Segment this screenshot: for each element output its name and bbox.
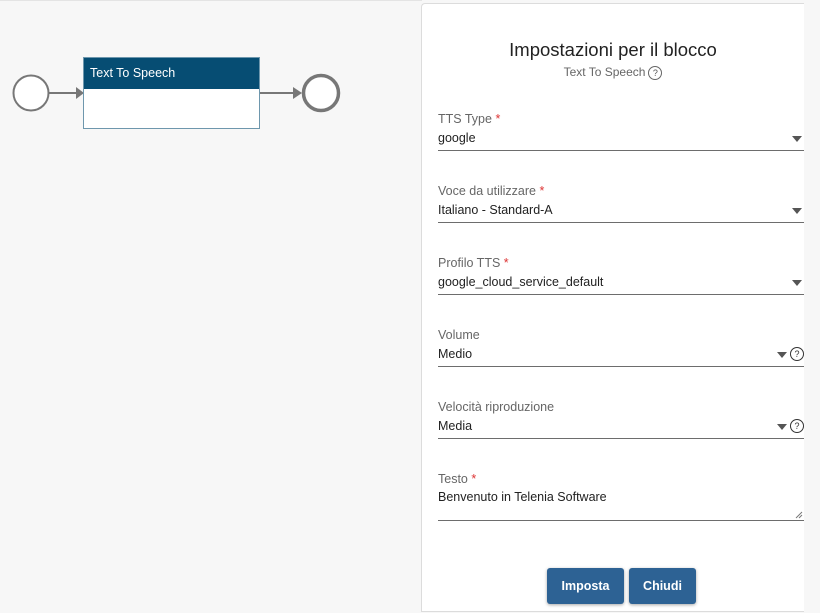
tts-type-field: TTS Type * google	[438, 112, 804, 151]
field-label: Velocità riproduzione	[438, 400, 555, 414]
select-value: Italiano - Standard-A	[438, 203, 553, 217]
required-marker: *	[471, 472, 477, 486]
voice-select[interactable]: Italiano - Standard-A	[438, 200, 804, 223]
volume-select[interactable]: Medio ?	[438, 344, 804, 367]
text-field: Testo * Benvenuto in Telenia Software	[438, 472, 804, 521]
field-label: Volume	[438, 328, 480, 342]
dropdown-arrow-icon[interactable]	[777, 424, 787, 430]
voice-field: Voce da utilizzare * Italiano - Standard…	[438, 184, 804, 223]
block-settings-panel: Impostazioni per il blocco Text To Speec…	[421, 3, 804, 612]
required-marker: *	[503, 256, 509, 270]
panel-subtitle-text: Text To Speech	[563, 65, 646, 79]
tts-block[interactable]: Text To Speech	[83, 57, 260, 129]
end-node[interactable]	[301, 73, 341, 113]
field-label: Profilo TTS *	[438, 256, 509, 270]
select-value: Medio	[438, 347, 473, 361]
select-value: google_cloud_service_default	[438, 275, 604, 289]
dropdown-arrow-icon[interactable]	[792, 280, 802, 286]
help-icon[interactable]: ?	[790, 419, 804, 433]
dropdown-arrow-icon[interactable]	[792, 136, 802, 142]
field-label: TTS Type *	[438, 112, 501, 126]
panel-subtitle: Text To Speech?	[422, 65, 804, 80]
dropdown-arrow-icon[interactable]	[792, 208, 802, 214]
speed-select[interactable]: Media ?	[438, 416, 804, 439]
tts-profile-field: Profilo TTS * google_cloud_service_defau…	[438, 256, 804, 295]
tts-block-title: Text To Speech	[84, 58, 259, 89]
select-value: google	[438, 131, 476, 145]
flow-canvas[interactable]: Text To Speech	[0, 0, 422, 612]
textarea-value: Benvenuto in Telenia Software	[438, 490, 607, 504]
select-value: Media	[438, 419, 473, 433]
help-icon[interactable]: ?	[648, 65, 663, 80]
close-button[interactable]: Chiudi	[629, 568, 696, 604]
text-textarea[interactable]: Benvenuto in Telenia Software	[438, 488, 804, 521]
required-marker: *	[539, 184, 545, 198]
help-icon[interactable]: ?	[790, 347, 804, 361]
panel-title: Impostazioni per il blocco	[509, 39, 717, 60]
tts-profile-select[interactable]: google_cloud_service_default	[438, 272, 804, 295]
tts-type-select[interactable]: google	[438, 128, 804, 151]
volume-field: Volume Medio ?	[438, 328, 804, 367]
arrow-head-end	[293, 87, 302, 99]
start-node[interactable]	[12, 74, 50, 112]
resize-handle-icon[interactable]	[795, 511, 803, 519]
speed-field: Velocità riproduzione Media ?	[438, 400, 804, 439]
dropdown-arrow-icon[interactable]	[777, 352, 787, 358]
field-label: Voce da utilizzare *	[438, 184, 545, 198]
field-label: Testo *	[438, 472, 477, 486]
required-marker: *	[495, 112, 501, 126]
set-button[interactable]: Imposta	[547, 568, 624, 604]
